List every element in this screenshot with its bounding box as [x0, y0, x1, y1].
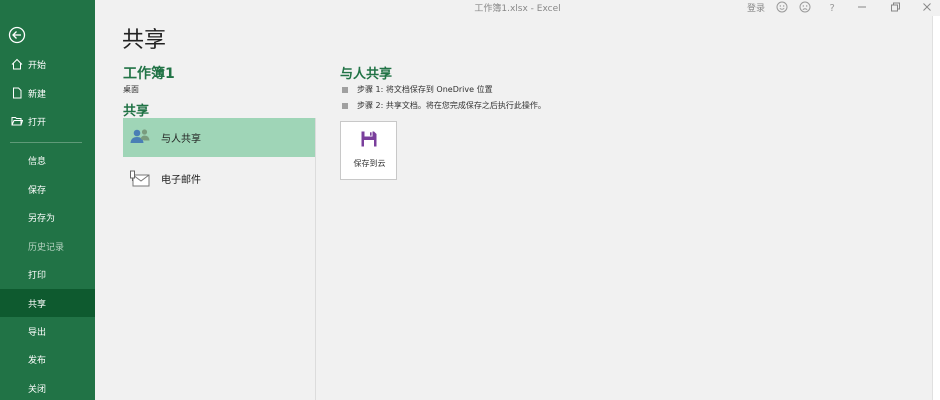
email-option[interactable]: 电子邮件: [123, 159, 316, 198]
sidebar-item-label: 打开: [28, 117, 47, 128]
step-text: 步骤 1: 将文档保存到 OneDrive 位置: [357, 85, 493, 94]
workbook-location: 桌面: [123, 85, 139, 94]
sidebar-item-label: 信息: [28, 156, 47, 167]
step-1: 步骤 1: 将文档保存到 OneDrive 位置: [342, 84, 493, 95]
sidebar-item-label: 保存: [28, 185, 47, 196]
save-to-cloud-button[interactable]: 保存到云: [340, 121, 397, 180]
sidebar-item-open[interactable]: 打开: [0, 107, 95, 135]
close-icon[interactable]: [921, 1, 933, 13]
sidebar-item-label: 发布: [28, 355, 47, 366]
workbook-name: 工作簿1: [123, 66, 175, 82]
title-bar: 工作簿1.xlsx - Excel 登录 ?: [95, 0, 940, 16]
sidebar-item-label: 导出: [28, 327, 47, 338]
signin-link[interactable]: 登录: [747, 1, 765, 14]
help-icon[interactable]: ?: [826, 1, 838, 13]
open-folder-icon: [11, 117, 23, 126]
sidebar-item-label: 开始: [28, 60, 47, 71]
smiley-icon[interactable]: [776, 1, 788, 13]
save-to-cloud-label: 保存到云: [353, 159, 386, 168]
home-icon: [11, 58, 23, 70]
share-people-icon: [130, 129, 150, 143]
option-label: 电子邮件: [161, 175, 201, 186]
backstage-sidebar: 开始 新建 打开 信息 保存 另存为 历史记录 打印 共享 导出 发布 关闭: [0, 0, 95, 400]
frown-icon[interactable]: [799, 1, 811, 13]
vertical-scrollbar[interactable]: [932, 16, 940, 400]
back-arrow-icon[interactable]: [8, 26, 26, 44]
window-title: 工作簿1.xlsx - Excel: [474, 4, 561, 14]
share-section-heading: 共享: [123, 104, 150, 119]
sidebar-item-share[interactable]: 共享: [0, 289, 95, 317]
sidebar-item-export[interactable]: 导出: [0, 317, 95, 345]
sidebar-item-info[interactable]: 信息: [0, 146, 95, 174]
save-disk-icon: [361, 131, 377, 147]
step-text: 步骤 2: 共享文档。将在您完成保存之后执行此操作。: [357, 101, 546, 110]
bullet-icon: [342, 86, 348, 93]
share-with-people-option[interactable]: 与人共享: [123, 118, 316, 157]
restore-icon[interactable]: [889, 1, 901, 13]
sidebar-item-label: 打印: [28, 270, 47, 281]
sidebar-item-save[interactable]: 保存: [0, 175, 95, 203]
sidebar-item-label: 历史记录: [28, 242, 65, 253]
sidebar-item-label: 关闭: [28, 384, 47, 395]
sidebar-item-history[interactable]: 历史记录: [0, 232, 95, 260]
option-label: 与人共享: [161, 134, 201, 145]
share-with-people-title: 与人共享: [340, 67, 393, 82]
sidebar-item-print[interactable]: 打印: [0, 260, 95, 288]
sidebar-item-new[interactable]: 新建: [0, 79, 95, 107]
svg-text:?: ?: [830, 3, 835, 13]
minimize-icon[interactable]: [856, 1, 868, 13]
bullet-icon: [342, 102, 348, 109]
email-icon: [130, 170, 150, 187]
sidebar-item-label: 另存为: [28, 213, 56, 224]
sidebar-item-close[interactable]: 关闭: [0, 374, 95, 400]
sidebar-item-label: 共享: [28, 299, 47, 310]
sidebar-item-label: 新建: [28, 89, 47, 100]
sidebar-item-publish[interactable]: 发布: [0, 345, 95, 373]
page-title: 共享: [122, 28, 167, 53]
sidebar-divider: [10, 142, 82, 143]
panel-divider: [315, 118, 316, 400]
step-2: 步骤 2: 共享文档。将在您完成保存之后执行此操作。: [342, 100, 546, 111]
sidebar-item-save-as[interactable]: 另存为: [0, 203, 95, 231]
new-document-icon: [13, 87, 22, 99]
sidebar-item-home[interactable]: 开始: [0, 50, 95, 78]
